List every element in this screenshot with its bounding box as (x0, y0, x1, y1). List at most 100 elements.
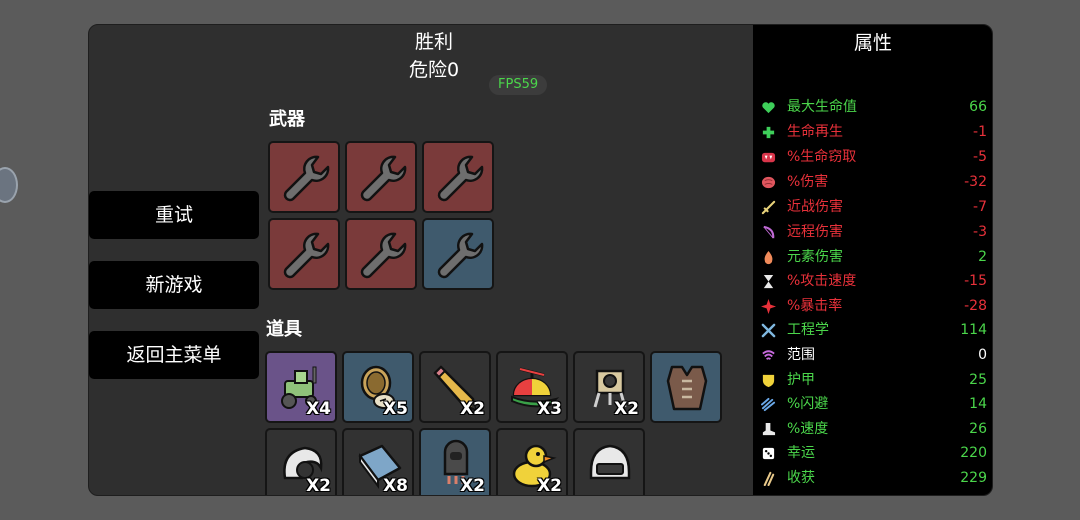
weapon-slot[interactable] (268, 141, 340, 213)
item-slot[interactable]: X2 (573, 351, 645, 423)
crit-burst-icon (761, 299, 776, 314)
wrench-cross-icon (761, 323, 776, 338)
weapons-section-title: 武器 (269, 109, 305, 130)
main-menu-button[interactable]: 返回主菜单 (89, 331, 259, 379)
item-count: X4 (306, 399, 331, 419)
weapon-slot[interactable] (422, 141, 494, 213)
sword-icon (761, 200, 776, 215)
weapon-slot[interactable] (345, 141, 417, 213)
end-run-panel: 胜利 危险0 FPS59 重试 新游戏 返回主菜单 武器 道具 X4 X5 X2… (88, 24, 993, 496)
item-count: X3 (537, 399, 562, 419)
item-slot[interactable]: X8 (342, 428, 414, 496)
weapon-slot[interactable] (422, 218, 494, 290)
danger-level-label: 危险0 (408, 59, 460, 81)
stat-value: 26 (969, 421, 987, 437)
stat-value: -1 (973, 124, 987, 140)
heal-plus-icon (762, 126, 775, 139)
stat-row-speed[interactable]: %速度 26 (761, 417, 987, 441)
stat-value: 229 (960, 470, 987, 486)
stat-label: 远程伤害 (787, 224, 843, 240)
item-count: X2 (460, 476, 485, 496)
brain-icon (761, 176, 776, 189)
dodge-wind-icon (761, 397, 776, 412)
stat-row-hp-regen[interactable]: 生命再生 -1 (761, 120, 987, 144)
item-slot[interactable]: X5 (342, 351, 414, 423)
item-slot[interactable] (573, 428, 645, 495)
stat-value: -5 (973, 149, 987, 165)
stat-row-ranged-damage[interactable]: 远程伤害 -3 (761, 220, 987, 244)
vampire-mouth-icon (761, 152, 776, 163)
stat-row-elemental-damage[interactable]: 元素伤害 2 (761, 245, 987, 269)
stat-value: 25 (969, 372, 987, 388)
wheat-icon (763, 471, 775, 486)
vest-icon (666, 365, 708, 411)
wrench-icon (283, 155, 330, 202)
new-game-button[interactable]: 新游戏 (89, 261, 259, 309)
item-slot[interactable]: X4 (265, 351, 337, 423)
retry-button[interactable]: 重试 (89, 191, 259, 239)
wrench-icon (360, 155, 407, 202)
stat-row-damage[interactable]: %伤害 -32 (761, 170, 987, 194)
stat-row-life-steal[interactable]: %生命窃取 -5 (761, 145, 987, 169)
stat-row-melee-damage[interactable]: 近战伤害 -7 (761, 195, 987, 219)
stat-row-luck[interactable]: 幸运 220 (761, 441, 987, 465)
wrench-icon (437, 232, 484, 279)
stat-row-armor[interactable]: 护甲 25 (761, 368, 987, 392)
stat-value: 14 (969, 396, 987, 412)
side-notification-bubble[interactable] (0, 167, 18, 203)
stat-row-engineering[interactable]: 工程学 114 (761, 318, 987, 342)
stat-label: 生命再生 (787, 124, 843, 140)
stat-row-attack-speed[interactable]: %攻击速度 -15 (761, 269, 987, 293)
stat-value: 0 (978, 347, 987, 363)
stat-value: 114 (960, 322, 987, 338)
item-count: X2 (614, 399, 639, 419)
fps-counter: FPS59 (489, 75, 548, 95)
stat-value: -3 (973, 224, 987, 240)
run-result-title: 胜利 (414, 31, 453, 53)
stat-row-dodge[interactable]: %闪避 14 (761, 392, 987, 416)
hourglass-icon (763, 274, 774, 289)
stat-row-harvesting[interactable]: 收获 229 (761, 466, 987, 490)
stat-label: %暴击率 (787, 298, 843, 314)
item-count: X8 (383, 476, 408, 496)
shield-icon (762, 374, 775, 388)
stat-label: 收获 (787, 470, 815, 486)
stat-value: -28 (964, 298, 987, 314)
stat-label: %生命窃取 (787, 149, 857, 165)
stat-row-range[interactable]: 范围 0 (761, 343, 987, 367)
item-slot[interactable] (650, 351, 722, 423)
stat-value: -32 (964, 174, 987, 190)
item-slot[interactable]: X2 (265, 428, 337, 496)
stat-label: 近战伤害 (787, 199, 843, 215)
stat-label: 范围 (787, 347, 815, 363)
stat-label: 幸运 (787, 445, 815, 461)
stat-label: %速度 (787, 421, 829, 437)
heart-icon (762, 102, 775, 114)
item-slot[interactable]: X2 (419, 428, 491, 496)
bow-icon (763, 225, 775, 239)
item-count: X2 (306, 476, 331, 496)
stat-value: 66 (969, 99, 987, 115)
stat-label: 工程学 (787, 322, 829, 338)
wrench-icon (437, 155, 484, 202)
item-slot[interactable]: X2 (419, 351, 491, 423)
item-slot[interactable]: X2 (496, 428, 568, 496)
range-waves-icon (762, 350, 775, 360)
item-count: X2 (537, 476, 562, 496)
stats-panel: 属性 最大生命值 66 生命再生 -1 %生命窃取 -5 %伤害 -32 近战伤… (753, 25, 992, 495)
stat-row-crit-chance[interactable]: %暴击率 -28 (761, 294, 987, 318)
stat-value: 220 (960, 445, 987, 461)
items-section-title: 道具 (266, 319, 302, 340)
boot-icon (762, 422, 776, 436)
item-count: X5 (383, 399, 408, 419)
weapon-slot[interactable] (268, 218, 340, 290)
weapon-slot[interactable] (345, 218, 417, 290)
stat-value: -7 (973, 199, 987, 215)
stat-row-max-hp[interactable]: 最大生命值 66 (761, 95, 987, 119)
wrench-icon (283, 232, 330, 279)
stat-label: 元素伤害 (787, 249, 843, 265)
stat-label: 最大生命值 (787, 99, 857, 115)
item-slot[interactable]: X3 (496, 351, 568, 423)
stat-label: %闪避 (787, 396, 829, 412)
stat-label: %攻击速度 (787, 273, 857, 289)
